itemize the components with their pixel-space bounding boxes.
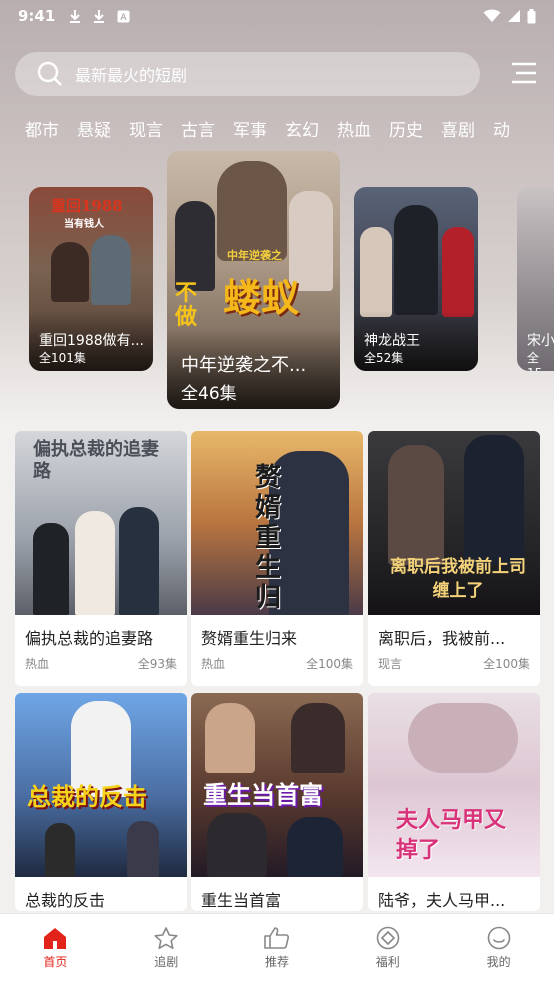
poster-title: 偏执总裁的追妻路 bbox=[33, 439, 159, 482]
tab-label: 追剧 bbox=[154, 955, 179, 969]
drama-genre: 现言 bbox=[378, 657, 403, 671]
carousel-card[interactable]: 神龙战王 全52集 bbox=[354, 187, 478, 371]
carousel-card[interactable]: 重回1988 当有钱人 重回1988做有... 全101集 bbox=[29, 187, 153, 371]
drama-card[interactable]: 总裁的反击 总裁的反击 bbox=[15, 693, 187, 911]
poster-tag: 中年逆袭之 bbox=[227, 249, 282, 262]
category-tab[interactable]: 喜剧 bbox=[441, 116, 475, 146]
poster-title: 重生当首富 bbox=[203, 780, 323, 809]
poster-title: 蝼蚁 bbox=[223, 275, 300, 320]
bottom-tab-bar: 首页 追剧 推荐 福利 我的 bbox=[0, 913, 554, 984]
status-time: 9:41 bbox=[18, 7, 56, 25]
carousel-title: 宋小 bbox=[527, 333, 554, 349]
drama-poster: 偏执总裁的追妻路 bbox=[15, 431, 187, 615]
home-icon bbox=[44, 928, 67, 949]
drama-poster: 总裁的反击 bbox=[15, 693, 187, 877]
wifi-icon bbox=[483, 9, 501, 22]
drama-poster: 重生当首富 bbox=[191, 693, 363, 877]
poster-title: 重回1988 bbox=[51, 197, 123, 215]
actor-figure bbox=[360, 227, 392, 317]
actor-figure bbox=[91, 235, 131, 305]
drama-title: 重生当首富 bbox=[201, 891, 282, 910]
category-tab[interactable]: 历史 bbox=[389, 116, 423, 146]
search-placeholder: 最新最火的短剧 bbox=[75, 66, 188, 85]
drama-title: 偏执总裁的追妻路 bbox=[25, 629, 154, 648]
drama-title: 离职后，我被前... bbox=[378, 629, 506, 648]
tab-welfare[interactable]: 福利 bbox=[332, 914, 443, 984]
search-icon bbox=[37, 61, 62, 86]
poster-title: 总裁的反击 bbox=[27, 782, 147, 811]
drama-title: 陆爷，夫人马甲... bbox=[378, 891, 506, 910]
actor-figure bbox=[217, 161, 287, 261]
carousel-episodes: 全15 bbox=[527, 351, 542, 371]
category-tab[interactable]: 现言 bbox=[129, 116, 163, 146]
drama-genre: 热血 bbox=[25, 657, 50, 671]
thumbs-up-icon bbox=[264, 927, 290, 949]
poster-subtitle: 不做 bbox=[175, 280, 198, 330]
battery-icon bbox=[527, 8, 536, 23]
drama-title: 赘婿重生归来 bbox=[201, 629, 298, 648]
drama-episodes: 全100集 bbox=[306, 657, 353, 671]
signal-icon bbox=[508, 10, 520, 22]
carousel-title: 中年逆袭之不... bbox=[181, 355, 307, 376]
tab-home[interactable]: 首页 bbox=[0, 914, 111, 984]
tab-recommend[interactable]: 推荐 bbox=[222, 914, 333, 984]
drama-card[interactable]: 重生当首富 重生当首富 bbox=[191, 693, 363, 911]
drama-title: 总裁的反击 bbox=[25, 891, 106, 910]
tab-label: 首页 bbox=[43, 955, 68, 969]
carousel-card[interactable]: 宋小 全15 bbox=[517, 187, 554, 371]
poster-title: 离职后我被前上司缠上了 bbox=[390, 557, 526, 601]
menu-icon[interactable] bbox=[511, 62, 537, 84]
category-tab[interactable]: 玄幻 bbox=[285, 116, 319, 146]
category-tab[interactable]: 军事 bbox=[233, 116, 267, 146]
tab-label: 我的 bbox=[486, 955, 511, 969]
drama-card[interactable]: 偏执总裁的追妻路 偏执总裁的追妻路 热血 全93集 bbox=[15, 431, 187, 686]
download-icon bbox=[94, 10, 105, 23]
app-notification-icon: A bbox=[117, 10, 130, 23]
tab-mine[interactable]: 我的 bbox=[443, 914, 554, 984]
actor-figure bbox=[175, 201, 215, 291]
poster-title: 赘婿重生归 bbox=[255, 463, 282, 613]
carousel-episodes: 全52集 bbox=[364, 351, 404, 365]
poster-subtitle: 当有钱人 bbox=[64, 219, 104, 230]
drama-episodes: 全93集 bbox=[137, 657, 177, 671]
poster-title: 夫人马甲又掉了 bbox=[396, 807, 507, 863]
drama-poster: 赘婿重生归 bbox=[191, 431, 363, 615]
carousel-title: 神龙战王 bbox=[364, 333, 420, 349]
drama-poster: 离职后我被前上司缠上了 bbox=[368, 431, 540, 615]
carousel-episodes: 全46集 bbox=[181, 384, 237, 404]
svg-text:A: A bbox=[121, 13, 128, 23]
category-tab[interactable]: 都市 bbox=[25, 116, 59, 146]
category-tab[interactable]: 动 bbox=[493, 116, 510, 146]
download-icon bbox=[70, 10, 81, 23]
profile-icon bbox=[487, 926, 510, 950]
category-tab[interactable]: 热血 bbox=[337, 116, 371, 146]
carousel-title: 重回1988做有... bbox=[39, 333, 144, 349]
tab-label: 福利 bbox=[375, 955, 400, 969]
category-tab[interactable]: 悬疑 bbox=[77, 116, 111, 146]
gift-icon bbox=[376, 926, 400, 950]
actor-figure bbox=[394, 205, 438, 315]
drama-episodes: 全100集 bbox=[483, 657, 530, 671]
star-icon bbox=[154, 927, 178, 949]
drama-genre: 热血 bbox=[201, 657, 226, 671]
drama-card[interactable]: 赘婿重生归 赘婿重生归来 热血 全100集 bbox=[191, 431, 363, 686]
category-tabs: 都市 悬疑 现言 古言 军事 玄幻 热血 历史 喜剧动 bbox=[0, 116, 554, 146]
tab-follow[interactable]: 追剧 bbox=[111, 914, 222, 984]
drama-card[interactable]: 夫人马甲又掉了 陆爷，夫人马甲... bbox=[368, 693, 540, 911]
status-bar: 9:41 A bbox=[0, 0, 554, 32]
tab-label: 推荐 bbox=[264, 955, 289, 969]
drama-card[interactable]: 离职后我被前上司缠上了 离职后，我被前... 现言 全100集 bbox=[368, 431, 540, 686]
carousel-card-featured[interactable]: 中年逆袭之 不做 蝼蚁 中年逆袭之不... 全46集 bbox=[167, 151, 340, 409]
actor-figure bbox=[442, 227, 474, 317]
category-tab[interactable]: 古言 bbox=[181, 116, 215, 146]
drama-poster: 夫人马甲又掉了 bbox=[368, 693, 540, 877]
search-bar[interactable]: 最新最火的短剧 bbox=[15, 52, 480, 96]
carousel-episodes: 全101集 bbox=[39, 351, 86, 365]
actor-figure bbox=[51, 242, 89, 302]
